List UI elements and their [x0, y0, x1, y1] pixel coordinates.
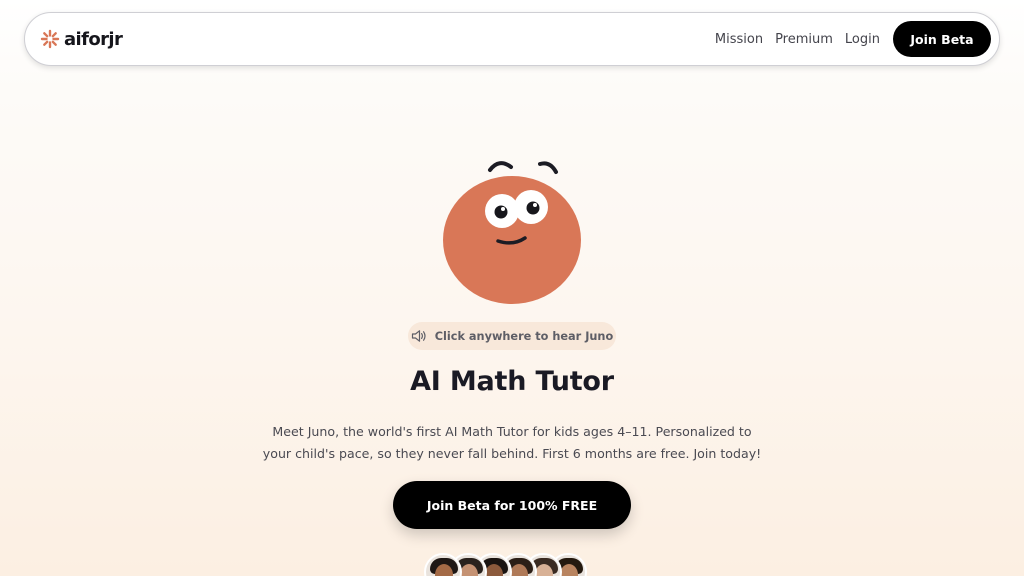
brand-logo[interactable]: aiforjr	[40, 28, 123, 50]
nav-link-login[interactable]: Login	[845, 32, 880, 47]
audio-hint-label: Click anywhere to hear Juno	[434, 329, 614, 343]
right-pupil	[526, 201, 540, 215]
hero-title: AI Math Tutor	[410, 366, 614, 397]
avatar-group	[424, 553, 587, 576]
left-eyebrow	[488, 161, 513, 172]
left-pupil	[494, 205, 508, 219]
join-beta-button[interactable]: Join Beta	[893, 21, 991, 57]
hero-subtitle-line-2: your child's pace, so they never fall be…	[262, 446, 762, 461]
nav-link-mission[interactable]: Mission	[715, 32, 763, 47]
mascot-body	[443, 176, 581, 304]
join-beta-free-button[interactable]: Join Beta for 100% FREE	[393, 481, 631, 529]
nav-link-premium[interactable]: Premium	[775, 32, 833, 47]
top-navbar: aiforjr Mission Premium Login Join Beta	[24, 12, 1000, 66]
sparkle-icon	[40, 29, 60, 49]
nav-links: Mission Premium Login Join Beta	[715, 21, 991, 57]
audio-hint[interactable]: Click anywhere to hear Juno	[408, 322, 616, 350]
hero-subtitle-line-1: Meet Juno, the world's first AI Math Tut…	[272, 424, 752, 439]
brand-name: aiforjr	[64, 28, 123, 50]
juno-mascot[interactable]	[436, 152, 588, 312]
hero-subtitle: Meet Juno, the world's first AI Math Tut…	[240, 421, 784, 465]
speaker-icon	[411, 330, 426, 342]
right-eyebrow	[538, 161, 558, 174]
